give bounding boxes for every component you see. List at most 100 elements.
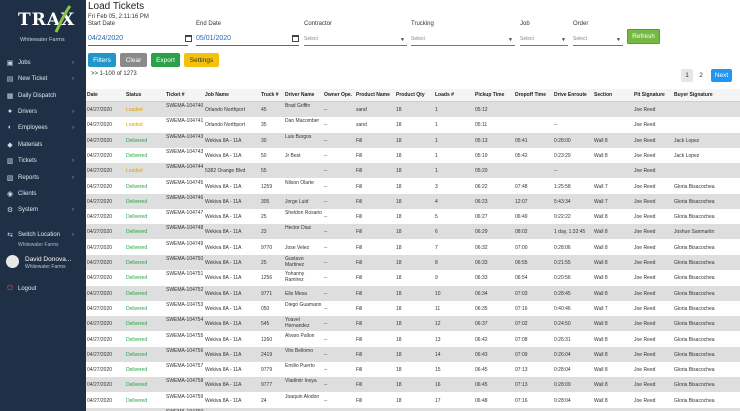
logout-icon: ⏻ bbox=[7, 285, 13, 292]
table-row[interactable]: 04/27/2020 Delivered SWEMA-104758 Wekiva 8A… bbox=[86, 377, 740, 393]
cell-truck: 545 bbox=[261, 321, 270, 328]
table-row[interactable]: 04/27/2020 Loaded SWEMA-104740 Orlando Nort… bbox=[86, 102, 740, 117]
column-header[interactable]: Ticket # bbox=[166, 92, 185, 98]
column-header[interactable]: Job Name bbox=[205, 92, 229, 98]
job-select[interactable]: Select ▼ bbox=[520, 36, 568, 46]
refresh-button[interactable]: Refresh bbox=[627, 29, 660, 44]
export-button[interactable]: Export bbox=[151, 53, 180, 67]
cell-truck: 050 bbox=[261, 305, 270, 312]
column-header[interactable]: Drive Enroute bbox=[554, 92, 587, 98]
sidebar-item-daily-dispatch[interactable]: ▦ Daily Dispatch bbox=[0, 88, 86, 103]
start-date-underline bbox=[88, 45, 188, 46]
page-1-button[interactable]: 1 bbox=[681, 69, 693, 82]
sidebar-item-system[interactable]: ⚙ System › bbox=[0, 202, 86, 217]
cell-enroute: 0:28:45 bbox=[554, 290, 571, 297]
cell-job: Wekiva 8A - 11A bbox=[205, 336, 242, 343]
column-header[interactable]: Truck # bbox=[261, 92, 279, 98]
sidebar-item-jobs[interactable]: ▣ Jobs › bbox=[0, 55, 86, 70]
next-page-button[interactable]: Next bbox=[711, 69, 732, 82]
table-row[interactable]: 04/27/2020 Loaded SWEMA-104741 Orlando Nort… bbox=[86, 117, 740, 133]
trax-logo[interactable]: TRAX Whitewater Farms bbox=[16, 4, 76, 48]
table-row[interactable]: 04/27/2020 Delivered SWEMA-104756 Wekiva 8A… bbox=[86, 346, 740, 362]
table-row[interactable]: 04/27/2020 Delivered SWEMA-104746 Wekiva 8A… bbox=[86, 193, 740, 209]
table-row[interactable]: 04/27/2020 Delivered SWEMA-104748 Wekiva 8A… bbox=[86, 224, 740, 240]
cell-status: Delivered bbox=[126, 382, 148, 389]
cell-dropoff: 07:16 bbox=[515, 305, 528, 312]
table-row[interactable]: 04/27/2020 Delivered SWEMA-104750 Wekiva 8A… bbox=[86, 255, 740, 270]
column-header[interactable]: Date bbox=[87, 92, 98, 98]
page-2-button[interactable]: 2 bbox=[695, 69, 707, 82]
cell-truck: 23 bbox=[261, 229, 267, 236]
cell-qty: 18 bbox=[396, 137, 402, 144]
trucking-select[interactable]: Select ▼ bbox=[411, 36, 515, 46]
cell-pit: Joe Reed bbox=[634, 351, 656, 358]
table-row[interactable]: 04/27/2020 Delivered SWEMA-104743 Wekiva 8A… bbox=[86, 132, 740, 148]
column-header[interactable]: Pickup Time bbox=[475, 92, 504, 98]
table-row[interactable]: 04/27/2020 Delivered SWEMA-104751 Wekiva 8A… bbox=[86, 270, 740, 286]
filters-button[interactable]: Filters bbox=[88, 53, 116, 67]
cell-pickup: 06:43 bbox=[475, 351, 488, 358]
cell-section: Wall 8 bbox=[594, 397, 608, 404]
table-row[interactable]: 04/27/2020 Delivered SWEMA-104749 Wekiva 8A… bbox=[86, 239, 740, 255]
sidebar-item-clients[interactable]: ◉ Clients bbox=[0, 186, 86, 201]
table-row[interactable]: 04/27/2020 Delivered SWEMA-104759 Wekiva 8A… bbox=[86, 392, 740, 408]
cell-truck: 24 bbox=[261, 397, 267, 404]
sidebar-item-tickets[interactable]: ▥ Tickets › bbox=[0, 153, 86, 168]
table-row[interactable]: 04/27/2020 Delivered SWEMA-104745 Wekiva 8A… bbox=[86, 178, 740, 194]
cell-loads: 16 bbox=[435, 382, 441, 389]
contractor-select[interactable]: Select ▼ bbox=[304, 36, 407, 46]
clear-button[interactable]: Clear bbox=[120, 53, 147, 67]
calendar-icon[interactable] bbox=[185, 35, 192, 42]
cell-product: Fill bbox=[356, 382, 363, 389]
cell-date: 04/27/2020 bbox=[87, 137, 113, 144]
table-row[interactable]: 04/27/2020 Loaded SWEMA-104744 5382 Orange … bbox=[86, 163, 740, 179]
cell-qty: 18 bbox=[396, 382, 402, 389]
sidebar-item-reports[interactable]: ▧ Reports › bbox=[0, 170, 86, 185]
table-row[interactable]: 04/27/2020 Delivered SWEMA-104754 Wekiva 8A… bbox=[86, 316, 740, 332]
end-date-input[interactable]: 05/01/2020 bbox=[196, 35, 231, 45]
sidebar-item-drivers[interactable]: ● Drivers › bbox=[0, 104, 86, 119]
start-date-input[interactable]: 04/24/2020 bbox=[88, 35, 123, 45]
table-row[interactable]: 04/27/2020 Delivered SWEMA-104747 Wekiva 8A… bbox=[86, 209, 740, 225]
cell-job: Wekiva 8A - 11A bbox=[205, 198, 242, 205]
cell-product: Fill bbox=[356, 290, 363, 297]
cell-driver: Gustavo Martinez bbox=[285, 256, 305, 268]
table-header: Date Status Ticket # Job Name Truck # Driver … bbox=[86, 89, 740, 102]
table-row[interactable]: 04/27/2020 Delivered SWEMA-104757 Wekiva 8A… bbox=[86, 362, 740, 378]
cell-pickup: 06:45 bbox=[475, 382, 488, 389]
column-header[interactable]: Owner Ope. bbox=[324, 92, 352, 98]
cell-owner: -- bbox=[324, 336, 328, 343]
cell-buyer: Gloria Bisacochea bbox=[674, 305, 715, 312]
trucking-label: Trucking bbox=[411, 21, 434, 27]
logout-button[interactable]: ⏻ Logout bbox=[0, 283, 86, 295]
table-row[interactable]: 04/27/2020 Delivered SWEMA-104753 Wekiva 8A… bbox=[86, 300, 740, 316]
materials-icon: ◆ bbox=[7, 141, 13, 149]
column-header[interactable]: Section bbox=[594, 92, 612, 98]
sidebar-item-materials[interactable]: ◆ Materials bbox=[0, 137, 86, 152]
column-header[interactable]: Pit Signature bbox=[634, 92, 665, 98]
sidebar-item-switch-location[interactable]: ⇆ Switch Location › bbox=[0, 227, 86, 242]
column-header[interactable]: Status bbox=[126, 92, 141, 98]
sidebar-item-new-ticket[interactable]: ▤ New Ticket › bbox=[0, 71, 86, 86]
sidebar-item-employees[interactable]: ◐ Employees › bbox=[0, 120, 86, 135]
column-header[interactable]: Buyer Signature bbox=[674, 92, 713, 98]
cell-loads: 6 bbox=[435, 229, 438, 236]
column-header[interactable]: Dropoff Time bbox=[515, 92, 546, 98]
user-profile[interactable]: David Donova... Whitewater Farms bbox=[0, 253, 86, 273]
cell-product: Fill bbox=[356, 275, 363, 282]
column-header[interactable]: Driver Name bbox=[285, 92, 314, 98]
cell-qty: 18 bbox=[396, 275, 402, 282]
order-select[interactable]: Select ▼ bbox=[573, 36, 623, 46]
column-header[interactable]: Loads # bbox=[435, 92, 454, 98]
column-header[interactable]: Product Qty bbox=[396, 92, 425, 98]
settings-button[interactable]: Settings bbox=[184, 53, 219, 67]
table-row[interactable]: 04/27/2020 Delivered SWEMA-104743 Wekiva 8A… bbox=[86, 147, 740, 163]
calendar-icon[interactable] bbox=[292, 35, 299, 42]
cell-dropoff: 12:07 bbox=[515, 198, 528, 205]
table-row[interactable]: 04/27/2020 Delivered SWEMA-104755 Wekiva 8A… bbox=[86, 331, 740, 347]
cell-enroute: 0:28:04 bbox=[554, 367, 571, 374]
table-row[interactable]: 04/27/2020 Delivered SWEMA-104752 Wekiva 8A… bbox=[86, 285, 740, 301]
column-header[interactable]: Product Name bbox=[356, 92, 390, 98]
cell-pickup: 06:48 bbox=[475, 397, 488, 404]
cell-status: Loaded bbox=[126, 168, 143, 175]
